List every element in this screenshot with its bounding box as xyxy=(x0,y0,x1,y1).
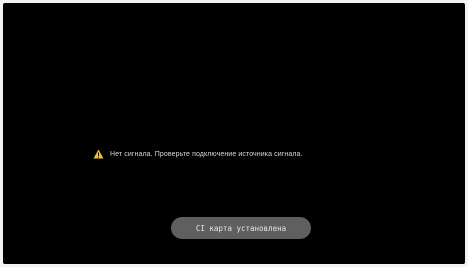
ci-card-toast: CI карта установлена xyxy=(171,217,311,239)
tv-screen: Нет сигнала. Проверьте подключение источ… xyxy=(3,3,465,264)
no-signal-message: Нет сигнала. Проверьте подключение источ… xyxy=(93,148,303,160)
no-signal-text: Нет сигнала. Проверьте подключение источ… xyxy=(110,150,303,158)
ci-card-toast-text: CI карта установлена xyxy=(195,223,287,233)
warning-icon xyxy=(93,149,104,159)
